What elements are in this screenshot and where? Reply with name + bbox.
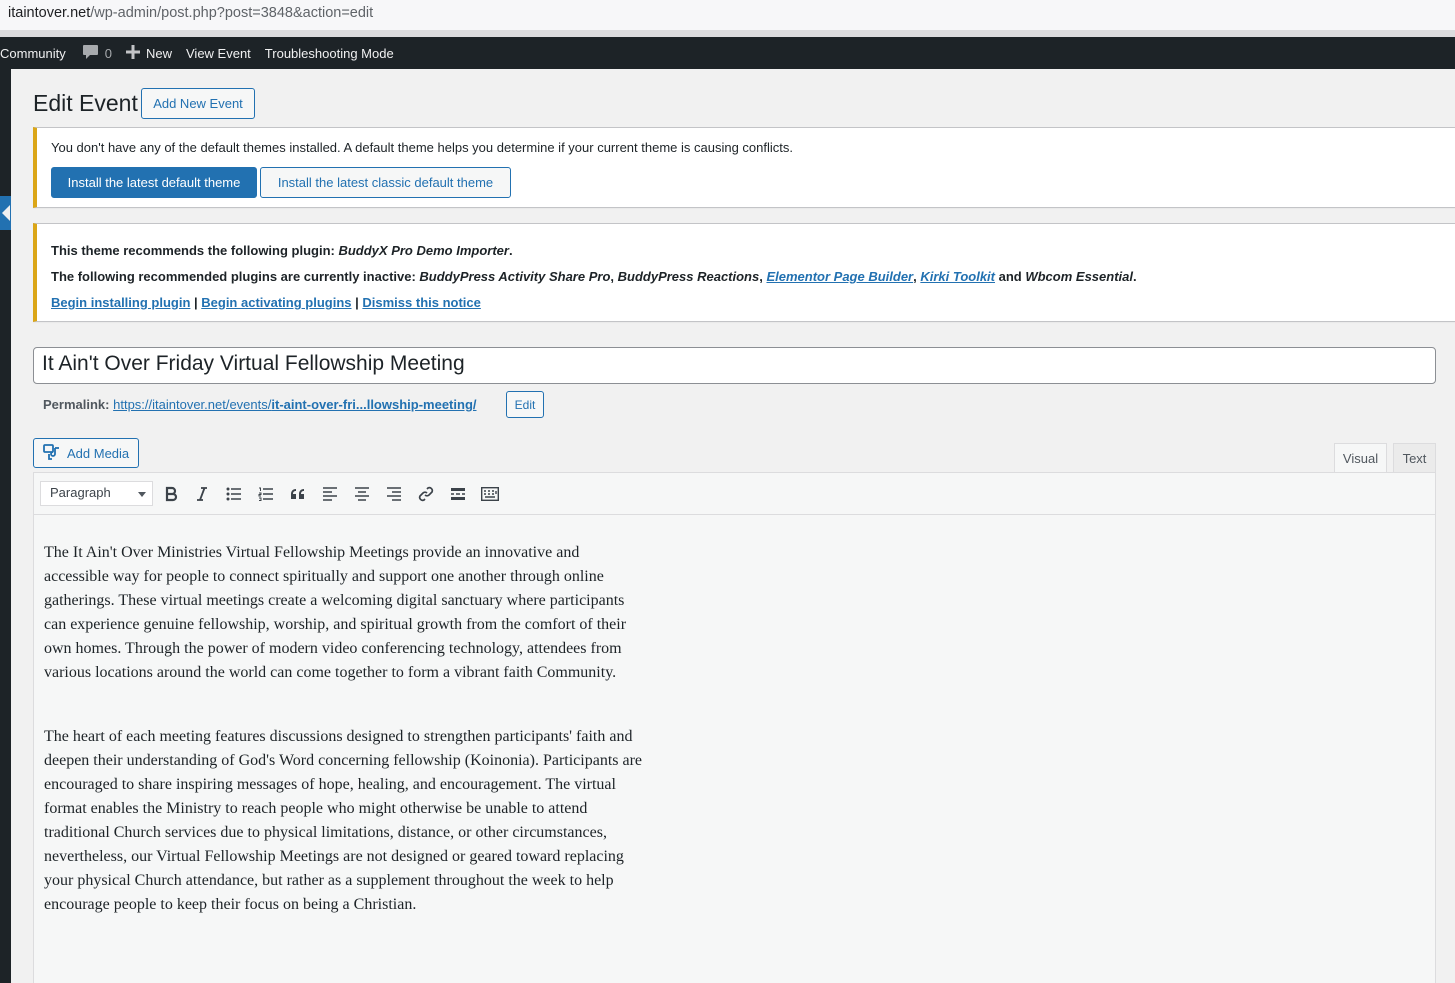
align-center-button[interactable] (350, 482, 374, 506)
link-button[interactable] (414, 482, 438, 506)
menu-current-arrow-icon[interactable] (0, 196, 11, 230)
numbered-list-button[interactable] (254, 482, 278, 506)
notice-recommended-plugins: This theme recommends the following plug… (33, 223, 1455, 322)
format-select[interactable]: Paragraph (40, 481, 153, 506)
page-title: Edit Event (33, 90, 138, 116)
permalink-edit-button[interactable]: Edit (506, 391, 544, 418)
italic-button[interactable] (190, 482, 214, 506)
align-left-icon (322, 487, 338, 501)
plugin-elementor: Elementor Page Builder (766, 269, 914, 284)
notice-plugins-line2: The following recommended plugins are cu… (51, 269, 1137, 284)
align-right-button[interactable] (382, 482, 406, 506)
url-path: /wp-admin/post.php?post=3848&action=edit (90, 5, 374, 21)
plugin-kirki: Kirki Toolkit (920, 269, 995, 284)
chevron-down-icon (138, 492, 146, 497)
toolbar-toggle-icon (481, 487, 499, 501)
add-media-label: Add Media (67, 445, 130, 461)
plugin-wbcom: Wbcom Essential (1025, 269, 1133, 284)
line1-prefix: This theme recommends the following plug… (51, 243, 339, 258)
adminbar-comments[interactable]: 0 (73, 37, 119, 69)
permalink-row: Permalink: https://itaintover.net/events… (43, 397, 477, 412)
italic-icon (195, 486, 209, 502)
line1-suffix: . (508, 243, 513, 258)
bullet-list-icon (226, 487, 242, 501)
tab-visual[interactable]: Visual (1334, 443, 1387, 473)
adminbar-new[interactable]: New (119, 37, 179, 69)
begin-activating-link[interactable]: Begin activating plugins (201, 295, 351, 310)
align-right-icon (386, 487, 402, 501)
comma: , (610, 269, 618, 284)
admin-bar: Community 0 New View Event Troubleshooti… (0, 37, 1455, 69)
tab-text[interactable]: Text (1393, 443, 1436, 473)
editor-toolbar: Paragraph (34, 473, 1435, 515)
bold-icon (164, 486, 178, 502)
add-media-icon (43, 443, 61, 464)
format-select-value: Paragraph (50, 485, 111, 500)
bullet-list-button[interactable] (222, 482, 246, 506)
permalink-link[interactable]: https://itaintover.net/events/it-aint-ov… (113, 397, 476, 412)
plugin-reactions: BuddyPress Reactions (617, 269, 760, 284)
plugin-elementor-link[interactable]: Elementor Page Builder (766, 269, 913, 284)
line2-suffix: . (1132, 269, 1137, 284)
align-left-button[interactable] (318, 482, 342, 506)
blockquote-button[interactable] (286, 482, 310, 506)
read-more-icon (450, 487, 466, 501)
align-center-icon (354, 487, 370, 501)
new-label: New (145, 45, 172, 61)
permalink-slug: it-aint-over-fri...llowship-meeting/ (271, 397, 477, 412)
permalink-label: Permalink: (43, 397, 110, 412)
plugin-demo-importer: BuddyX Pro Demo Importer (338, 243, 509, 258)
and-text: and (995, 269, 1026, 284)
adminbar-troubleshooting[interactable]: Troubleshooting Mode (258, 37, 401, 69)
plus-icon (125, 44, 140, 62)
editor-content[interactable]: The It Ain't Over Ministries Virtual Fel… (44, 541, 644, 957)
read-more-button[interactable] (446, 482, 470, 506)
plugin-activity-share: BuddyPress Activity Share Pro (419, 269, 611, 284)
separator: | (190, 295, 202, 310)
line2-prefix: The following recommended plugins are cu… (51, 269, 420, 284)
post-title-input[interactable]: It Ain't Over Friday Virtual Fellowship … (33, 347, 1436, 384)
numbered-list-icon (258, 487, 274, 501)
notice-plugins-actions: Begin installing plugin | Begin activati… (51, 295, 481, 310)
adminbar-view-event[interactable]: View Event (179, 37, 258, 69)
begin-installing-link[interactable]: Begin installing plugin (51, 295, 190, 310)
admin-sidebar (0, 69, 11, 983)
install-classic-theme-button[interactable]: Install the latest classic default theme (260, 167, 511, 198)
notice-themes-message: You don't have any of the default themes… (51, 140, 793, 155)
adminbar-site-name[interactable]: Community (0, 37, 73, 69)
comment-icon (82, 44, 99, 63)
blockquote-icon (290, 488, 306, 500)
browser-url-bar[interactable]: itaintover.net/wp-admin/post.php?post=38… (0, 0, 1455, 30)
classic-editor: Paragraph The It Ain't Over Ministries V… (33, 472, 1436, 983)
plugin-kirki-link[interactable]: Kirki Toolkit (920, 269, 995, 284)
separator: | (351, 295, 363, 310)
bold-button[interactable] (159, 482, 183, 506)
link-icon (418, 486, 434, 502)
add-new-event-button[interactable]: Add New Event (141, 88, 255, 119)
install-default-theme-button[interactable]: Install the latest default theme (51, 167, 257, 198)
comments-count: 0 (104, 45, 112, 61)
notice-plugins-line1: This theme recommends the following plug… (51, 243, 513, 258)
content-paragraph: The heart of each meeting features discu… (44, 728, 643, 913)
url-host: itaintover.net (8, 5, 91, 21)
content-paragraph: The It Ain't Over Ministries Virtual Fel… (44, 544, 627, 681)
dismiss-notice-link[interactable]: Dismiss this notice (362, 295, 480, 310)
notice-default-themes: You don't have any of the default themes… (33, 127, 1455, 208)
permalink-base: https://itaintover.net/events/ (113, 397, 272, 412)
add-media-button[interactable]: Add Media (33, 438, 139, 468)
browser-divider (0, 30, 1455, 37)
toolbar-toggle-button[interactable] (478, 482, 502, 506)
